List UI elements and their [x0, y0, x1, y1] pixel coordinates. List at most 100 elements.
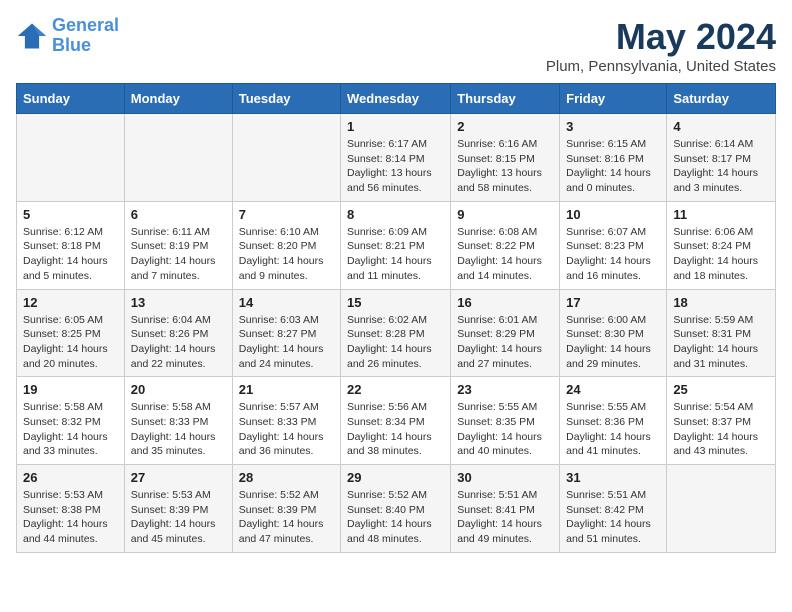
- sunset-text: Sunset: 8:14 PM: [347, 152, 444, 167]
- sunset-text: Sunset: 8:39 PM: [239, 503, 334, 518]
- sunset-text: Sunset: 8:39 PM: [131, 503, 226, 518]
- sunset-text: Sunset: 8:38 PM: [23, 503, 118, 518]
- daylight-text: Daylight: 14 hours and 9 minutes.: [239, 254, 334, 283]
- cell-content: Sunrise: 5:55 AM Sunset: 8:36 PM Dayligh…: [566, 400, 660, 459]
- logo-line2: Blue: [52, 35, 91, 55]
- day-number: 24: [566, 382, 660, 397]
- day-number: 27: [131, 470, 226, 485]
- day-number: 28: [239, 470, 334, 485]
- cell-content: Sunrise: 6:00 AM Sunset: 8:30 PM Dayligh…: [566, 313, 660, 372]
- sunset-text: Sunset: 8:24 PM: [673, 239, 769, 254]
- cell-content: Sunrise: 5:57 AM Sunset: 8:33 PM Dayligh…: [239, 400, 334, 459]
- day-number: 20: [131, 382, 226, 397]
- calendar-cell: 30 Sunrise: 5:51 AM Sunset: 8:41 PM Dayl…: [451, 465, 560, 553]
- cell-content: Sunrise: 5:58 AM Sunset: 8:32 PM Dayligh…: [23, 400, 118, 459]
- daylight-text: Daylight: 14 hours and 7 minutes.: [131, 254, 226, 283]
- day-number: 4: [673, 119, 769, 134]
- daylight-text: Daylight: 13 hours and 56 minutes.: [347, 166, 444, 195]
- sunrise-text: Sunrise: 6:06 AM: [673, 225, 769, 240]
- day-number: 8: [347, 207, 444, 222]
- daylight-text: Daylight: 14 hours and 35 minutes.: [131, 430, 226, 459]
- daylight-text: Daylight: 14 hours and 47 minutes.: [239, 517, 334, 546]
- sunrise-text: Sunrise: 5:52 AM: [239, 488, 334, 503]
- cell-content: Sunrise: 5:51 AM Sunset: 8:42 PM Dayligh…: [566, 488, 660, 547]
- daylight-text: Daylight: 14 hours and 20 minutes.: [23, 342, 118, 371]
- cell-content: Sunrise: 6:10 AM Sunset: 8:20 PM Dayligh…: [239, 225, 334, 284]
- sunrise-text: Sunrise: 6:15 AM: [566, 137, 660, 152]
- day-number: 18: [673, 295, 769, 310]
- day-number: 5: [23, 207, 118, 222]
- day-number: 14: [239, 295, 334, 310]
- day-number: 19: [23, 382, 118, 397]
- calendar-table: SundayMondayTuesdayWednesdayThursdayFrid…: [16, 83, 776, 553]
- sunrise-text: Sunrise: 5:53 AM: [23, 488, 118, 503]
- calendar-cell: 17 Sunrise: 6:00 AM Sunset: 8:30 PM Dayl…: [560, 289, 667, 377]
- calendar-cell: 16 Sunrise: 6:01 AM Sunset: 8:29 PM Dayl…: [451, 289, 560, 377]
- month-title: May 2024: [546, 16, 776, 58]
- daylight-text: Daylight: 14 hours and 24 minutes.: [239, 342, 334, 371]
- calendar-cell: [667, 465, 776, 553]
- calendar-cell: 15 Sunrise: 6:02 AM Sunset: 8:28 PM Dayl…: [341, 289, 451, 377]
- sunrise-text: Sunrise: 6:05 AM: [23, 313, 118, 328]
- sunrise-text: Sunrise: 5:58 AM: [131, 400, 226, 415]
- sunset-text: Sunset: 8:29 PM: [457, 327, 553, 342]
- daylight-text: Daylight: 14 hours and 22 minutes.: [131, 342, 226, 371]
- daylight-text: Daylight: 14 hours and 44 minutes.: [23, 517, 118, 546]
- sunset-text: Sunset: 8:26 PM: [131, 327, 226, 342]
- calendar-cell: 23 Sunrise: 5:55 AM Sunset: 8:35 PM Dayl…: [451, 377, 560, 465]
- calendar-cell: 9 Sunrise: 6:08 AM Sunset: 8:22 PM Dayli…: [451, 201, 560, 289]
- daylight-text: Daylight: 14 hours and 45 minutes.: [131, 517, 226, 546]
- sunrise-text: Sunrise: 5:52 AM: [347, 488, 444, 503]
- cell-content: Sunrise: 5:52 AM Sunset: 8:39 PM Dayligh…: [239, 488, 334, 547]
- sunrise-text: Sunrise: 6:04 AM: [131, 313, 226, 328]
- sunrise-text: Sunrise: 5:51 AM: [457, 488, 553, 503]
- day-number: 2: [457, 119, 553, 134]
- day-number: 29: [347, 470, 444, 485]
- day-number: 1: [347, 119, 444, 134]
- calendar-cell: 1 Sunrise: 6:17 AM Sunset: 8:14 PM Dayli…: [341, 114, 451, 202]
- sunrise-text: Sunrise: 5:55 AM: [457, 400, 553, 415]
- daylight-text: Daylight: 14 hours and 16 minutes.: [566, 254, 660, 283]
- sunset-text: Sunset: 8:23 PM: [566, 239, 660, 254]
- calendar-cell: 19 Sunrise: 5:58 AM Sunset: 8:32 PM Dayl…: [17, 377, 125, 465]
- sunset-text: Sunset: 8:37 PM: [673, 415, 769, 430]
- calendar-cell: [17, 114, 125, 202]
- header-thursday: Thursday: [451, 84, 560, 114]
- daylight-text: Daylight: 14 hours and 26 minutes.: [347, 342, 444, 371]
- header-tuesday: Tuesday: [232, 84, 340, 114]
- sunset-text: Sunset: 8:40 PM: [347, 503, 444, 518]
- sunset-text: Sunset: 8:17 PM: [673, 152, 769, 167]
- cell-content: Sunrise: 5:51 AM Sunset: 8:41 PM Dayligh…: [457, 488, 553, 547]
- sunrise-text: Sunrise: 6:10 AM: [239, 225, 334, 240]
- day-number: 7: [239, 207, 334, 222]
- week-row-2: 5 Sunrise: 6:12 AM Sunset: 8:18 PM Dayli…: [17, 201, 776, 289]
- sunset-text: Sunset: 8:25 PM: [23, 327, 118, 342]
- cell-content: Sunrise: 5:55 AM Sunset: 8:35 PM Dayligh…: [457, 400, 553, 459]
- sunrise-text: Sunrise: 6:11 AM: [131, 225, 226, 240]
- day-number: 17: [566, 295, 660, 310]
- calendar-cell: 10 Sunrise: 6:07 AM Sunset: 8:23 PM Dayl…: [560, 201, 667, 289]
- sunrise-text: Sunrise: 5:58 AM: [23, 400, 118, 415]
- calendar-cell: 24 Sunrise: 5:55 AM Sunset: 8:36 PM Dayl…: [560, 377, 667, 465]
- daylight-text: Daylight: 14 hours and 43 minutes.: [673, 430, 769, 459]
- header-saturday: Saturday: [667, 84, 776, 114]
- day-number: 3: [566, 119, 660, 134]
- day-number: 10: [566, 207, 660, 222]
- week-row-4: 19 Sunrise: 5:58 AM Sunset: 8:32 PM Dayl…: [17, 377, 776, 465]
- daylight-text: Daylight: 14 hours and 31 minutes.: [673, 342, 769, 371]
- daylight-text: Daylight: 14 hours and 18 minutes.: [673, 254, 769, 283]
- cell-content: Sunrise: 6:04 AM Sunset: 8:26 PM Dayligh…: [131, 313, 226, 372]
- sunrise-text: Sunrise: 5:59 AM: [673, 313, 769, 328]
- sunset-text: Sunset: 8:18 PM: [23, 239, 118, 254]
- cell-content: Sunrise: 5:54 AM Sunset: 8:37 PM Dayligh…: [673, 400, 769, 459]
- calendar-header-row: SundayMondayTuesdayWednesdayThursdayFrid…: [17, 84, 776, 114]
- cell-content: Sunrise: 6:14 AM Sunset: 8:17 PM Dayligh…: [673, 137, 769, 196]
- sunset-text: Sunset: 8:22 PM: [457, 239, 553, 254]
- daylight-text: Daylight: 14 hours and 3 minutes.: [673, 166, 769, 195]
- sunrise-text: Sunrise: 6:02 AM: [347, 313, 444, 328]
- header-friday: Friday: [560, 84, 667, 114]
- week-row-5: 26 Sunrise: 5:53 AM Sunset: 8:38 PM Dayl…: [17, 465, 776, 553]
- logo-icon: [16, 20, 48, 52]
- sunset-text: Sunset: 8:33 PM: [239, 415, 334, 430]
- logo-text: General Blue: [52, 16, 119, 56]
